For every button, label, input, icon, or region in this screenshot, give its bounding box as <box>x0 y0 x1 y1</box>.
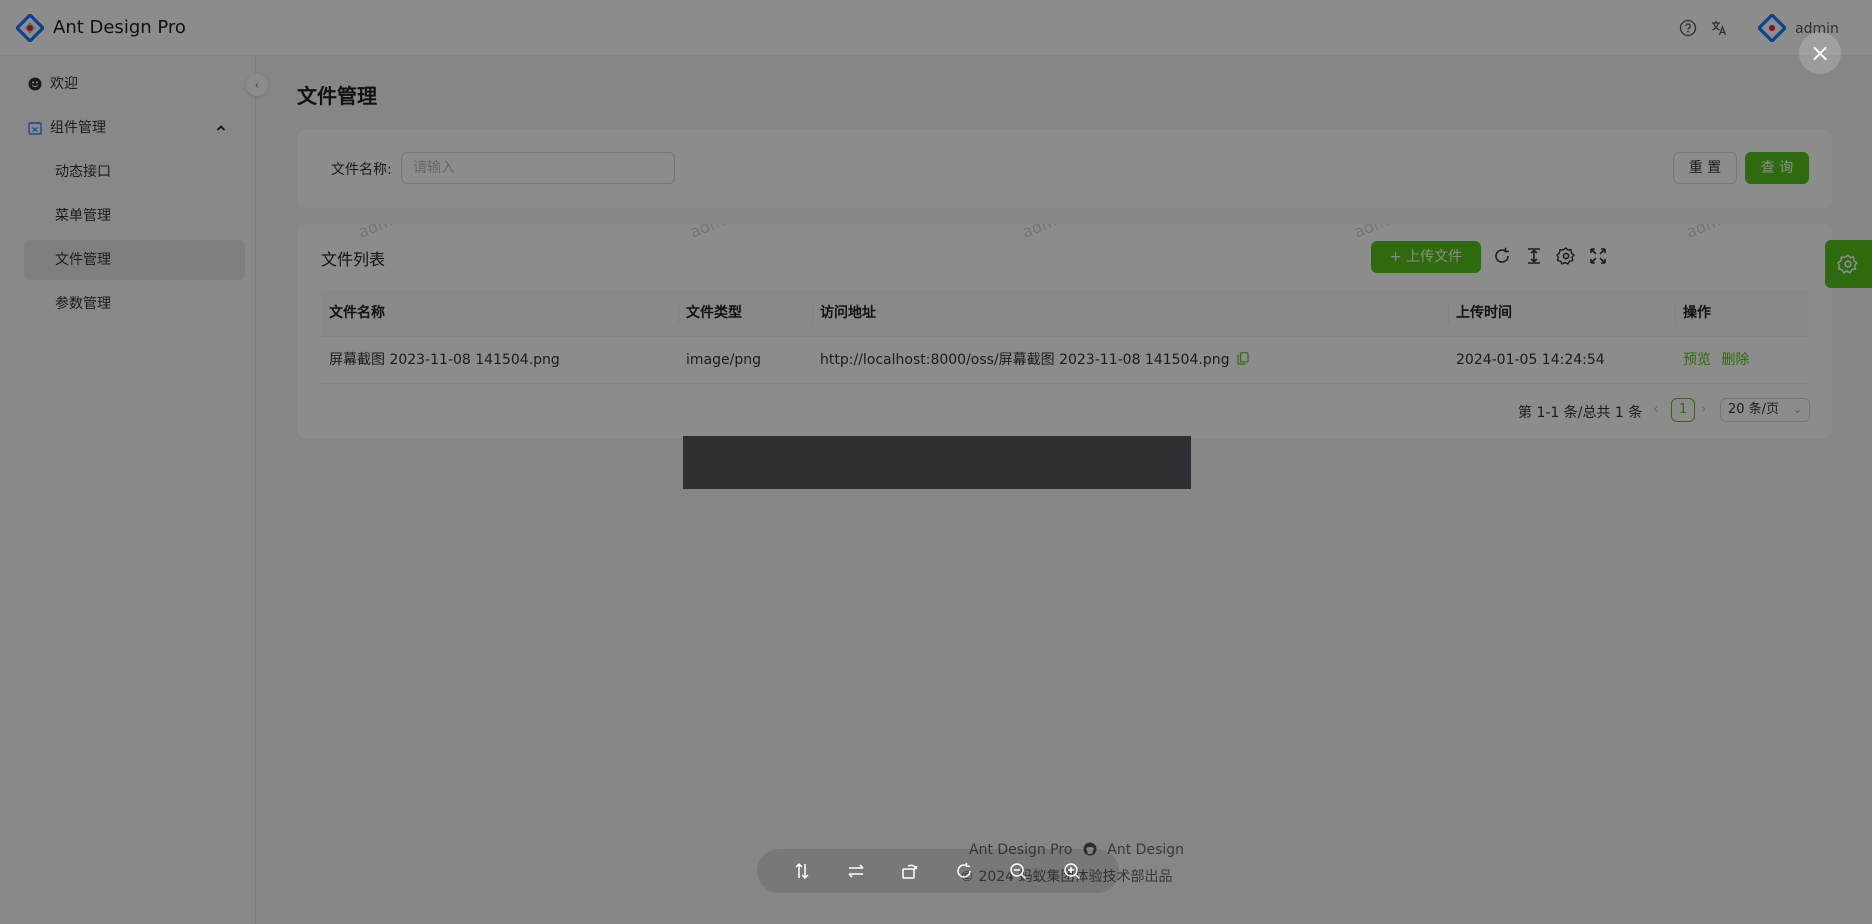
rotate-left-icon[interactable] <box>900 861 920 881</box>
close-preview-button[interactable]: × <box>1799 32 1841 74</box>
rotate-right-icon[interactable] <box>954 861 974 881</box>
flip-vertical-icon[interactable] <box>792 861 812 881</box>
preview-toolbar <box>757 849 1119 893</box>
preview-image[interactable] <box>683 436 1191 489</box>
zoom-out-icon[interactable] <box>1008 861 1028 881</box>
close-icon: × <box>1809 39 1831 67</box>
flip-horizontal-icon[interactable] <box>846 861 866 881</box>
zoom-in-icon[interactable] <box>1062 861 1082 881</box>
